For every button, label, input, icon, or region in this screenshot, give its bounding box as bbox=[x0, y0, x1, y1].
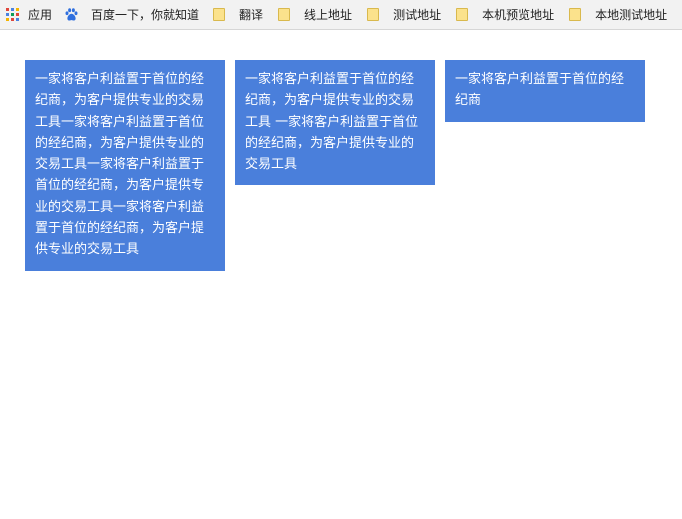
bookmark-folder-label: 翻译 bbox=[239, 7, 264, 22]
bookmark-folder-online[interactable]: 线上地址 bbox=[278, 0, 367, 29]
card-3: 一家将客户利益置于首位的经纪商 bbox=[445, 60, 645, 122]
bookmark-folder-label: 线上地址 bbox=[304, 7, 353, 22]
card-1: 一家将客户利益置于首位的经纪商，为客户提供专业的交易工具一家将客户利益置于首位的… bbox=[25, 60, 225, 271]
card-2: 一家将客户利益置于首位的经纪商，为客户提供专业的交易工具 一家将客户利益置于首位… bbox=[235, 60, 435, 186]
bookmark-apps[interactable]: 应用 bbox=[0, 0, 53, 29]
bookmarks-bar: 应用 百度一下，你就知道 翻译 线上地址 测试地址 本机预览地址 本地测试地址 bbox=[0, 0, 682, 30]
bookmark-baidu[interactable]: 百度一下，你就知道 bbox=[52, 0, 213, 29]
folder-icon bbox=[456, 8, 469, 21]
bookmark-baidu-label: 百度一下，你就知道 bbox=[91, 7, 200, 22]
folder-icon bbox=[213, 8, 226, 21]
folder-icon bbox=[278, 8, 291, 21]
card-row: 一家将客户利益置于首位的经纪商，为客户提供专业的交易工具一家将客户利益置于首位的… bbox=[25, 60, 645, 271]
bookmark-folder-translate[interactable]: 翻译 bbox=[213, 0, 278, 29]
bookmark-folder-local-test[interactable]: 本地测试地址 bbox=[569, 0, 668, 29]
folder-icon bbox=[569, 8, 582, 21]
bookmark-folder-label: 本地测试地址 bbox=[595, 7, 668, 22]
apps-grid-icon bbox=[6, 8, 19, 21]
baidu-paw-icon bbox=[65, 8, 78, 21]
bookmark-folder-label: 测试地址 bbox=[393, 7, 442, 22]
bookmark-folder-test[interactable]: 测试地址 bbox=[367, 0, 456, 29]
bookmark-folder-label: 本机预览地址 bbox=[482, 7, 555, 22]
bookmark-folder-local-preview[interactable]: 本机预览地址 bbox=[456, 0, 569, 29]
bookmark-apps-label: 应用 bbox=[28, 7, 53, 22]
folder-icon bbox=[367, 8, 380, 21]
